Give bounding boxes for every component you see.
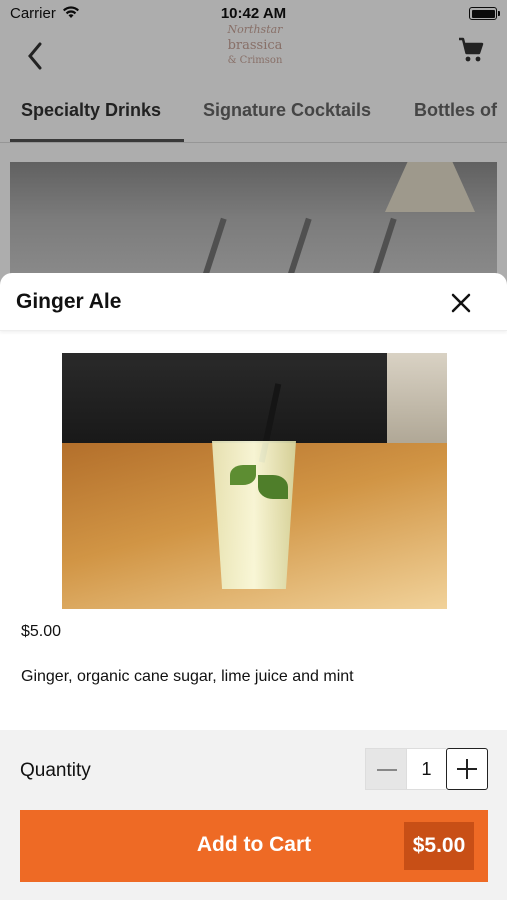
item-price: $5.00 xyxy=(21,623,62,640)
decrease-quantity-button[interactable] xyxy=(365,748,407,790)
item-description: Ginger, organic cane sugar, lime juice a… xyxy=(21,668,354,685)
item-title: Ginger Ale xyxy=(16,290,122,313)
increase-quantity-button[interactable] xyxy=(446,748,488,790)
order-footer: Quantity 1 Add to Cart $5.00 xyxy=(0,730,507,900)
add-to-cart-button[interactable]: Add to Cart $5.00 xyxy=(20,810,488,882)
item-detail-sheet: Ginger Ale $5.00 Ginger, organic cane su… xyxy=(0,273,507,900)
quantity-value[interactable]: 1 xyxy=(407,748,446,790)
sheet-header: Ginger Ale xyxy=(0,273,507,331)
quantity-label: Quantity xyxy=(20,760,91,781)
photo-mint-leaf xyxy=(230,465,256,485)
quantity-stepper: 1 xyxy=(365,748,488,790)
photo-mint-leaf xyxy=(258,475,288,499)
close-icon[interactable] xyxy=(449,291,473,315)
add-to-cart-price: $5.00 xyxy=(404,822,474,870)
photo-glass xyxy=(212,441,296,589)
product-photo xyxy=(62,353,447,609)
